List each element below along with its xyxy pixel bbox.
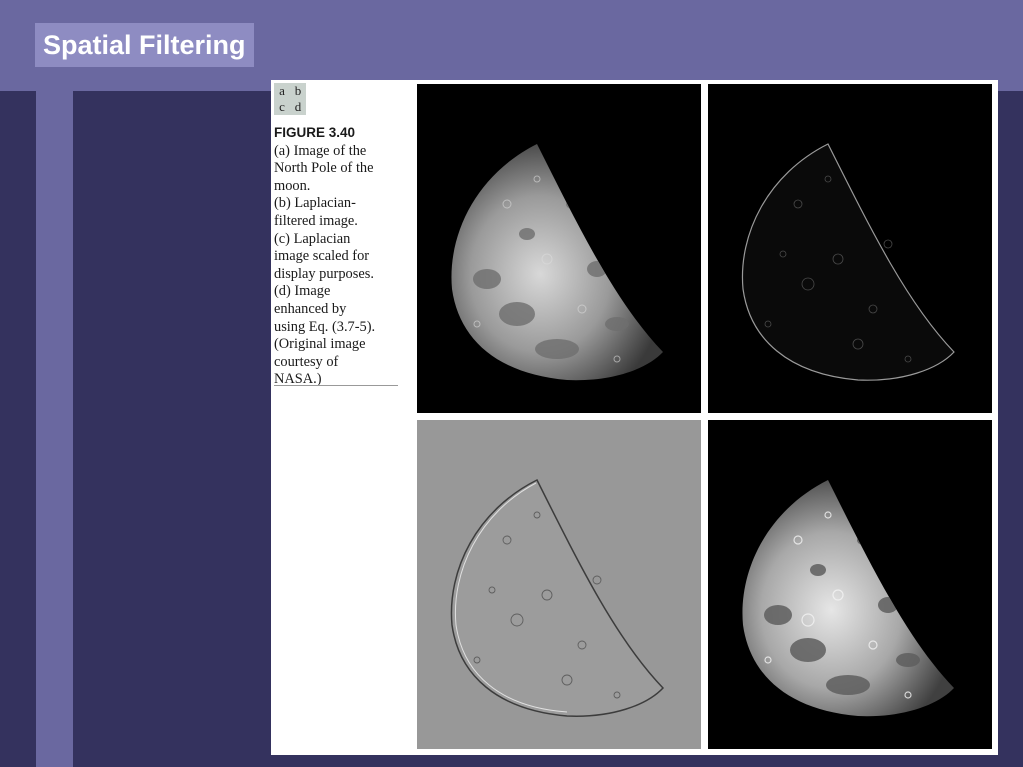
caption-line: (b) Laplacian-	[274, 195, 356, 212]
panel-key-a: a	[279, 83, 285, 98]
caption-line: display purposes.	[274, 265, 374, 282]
caption-line: courtesy of	[274, 353, 339, 370]
caption-line: (a) Image of the	[274, 142, 367, 159]
figure-caption: FIGURE 3.40 (a) Image of the North Pole …	[274, 124, 398, 389]
caption-line: moon.	[274, 177, 311, 194]
caption-line: (c) Laplacian	[274, 230, 351, 247]
panel-key-c: c	[279, 99, 285, 114]
caption-divider	[274, 385, 398, 386]
moon-original-image	[417, 84, 701, 413]
caption-line: North Pole of the	[274, 160, 374, 177]
caption-line: NASA.)	[274, 371, 322, 388]
panel-key-d: d	[294, 99, 302, 114]
figure-3-40: a b c d FIGURE 3.40 (a) Image of the Nor…	[271, 80, 998, 755]
caption-line: enhanced by	[274, 300, 347, 317]
moon-laplacian-image	[708, 84, 992, 413]
moon-enhanced-image	[708, 420, 992, 749]
panel-key-b: b	[294, 83, 302, 98]
caption-line: (Original image	[274, 336, 366, 353]
moon-laplacian-scaled-image	[417, 420, 701, 749]
slide-title: Spatial Filtering	[35, 23, 254, 67]
panel-key: a b c d	[274, 83, 306, 115]
caption-line: using Eq. (3.7-5).	[274, 318, 376, 335]
caption-line: filtered image.	[274, 212, 358, 229]
decorative-stripe	[36, 91, 73, 767]
figure-label: FIGURE 3.40	[274, 125, 356, 140]
caption-line: image scaled for	[274, 248, 370, 265]
caption-line: (d) Image	[274, 283, 331, 300]
